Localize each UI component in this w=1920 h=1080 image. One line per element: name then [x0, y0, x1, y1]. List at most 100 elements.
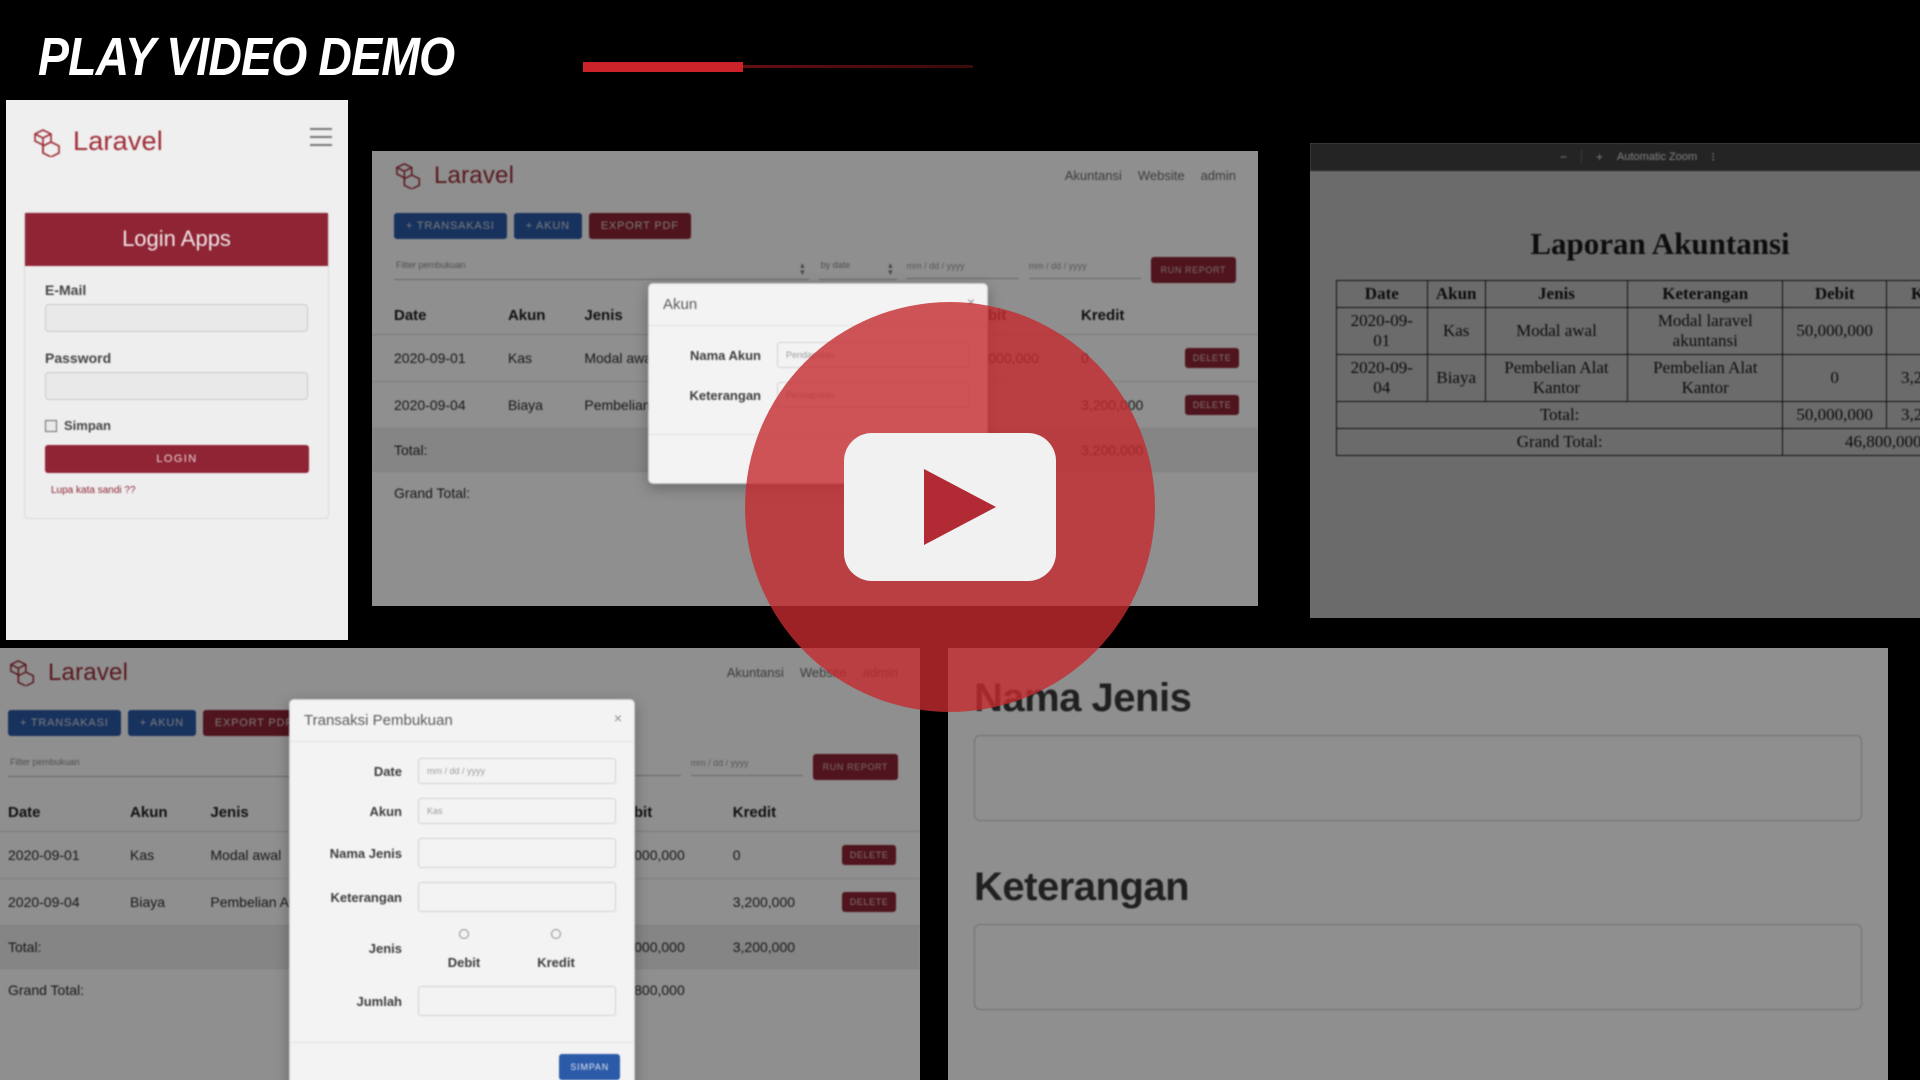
- grand-total-value: 46,800,000: [592, 968, 920, 1011]
- pdf-cell-debit: 0: [1782, 354, 1887, 402]
- forgot-password-link[interactable]: Lupa kata sandi ??: [51, 485, 308, 496]
- jenis-form-panel: Nama Jenis Keterangan: [948, 648, 1888, 1080]
- pdf-cell-jenis: Pembelian Alat Kantor: [1484, 354, 1629, 402]
- delete-button[interactable]: DELETE: [1184, 348, 1240, 368]
- jenis-option-debit[interactable]: Debit: [418, 926, 510, 970]
- transaksi-modal: Transaksi Pembukuan × Date mm / dd / yyy…: [289, 699, 635, 1080]
- akun-label: Akun: [369, 803, 403, 819]
- chevron-updown-icon[interactable]: ⁝: [1711, 150, 1715, 164]
- navbar-links: Akuntansi Website admin: [1065, 168, 1236, 183]
- plus-icon[interactable]: +: [1596, 150, 1603, 164]
- password-field[interactable]: [45, 372, 308, 400]
- pdf-col-keterangan: Keterangan: [1627, 280, 1784, 308]
- pdf-header-row: Date Akun Jenis Keterangan Debit Kredit: [1336, 280, 1920, 308]
- pdf-viewer-panel: − + Automatic Zoom ⁝ Laporan Akuntansi D…: [1310, 143, 1920, 618]
- add-akun-button[interactable]: + AKUN: [513, 213, 582, 239]
- jenis-debit-label: Debit: [447, 955, 481, 970]
- password-label: Password: [45, 350, 112, 366]
- pdf-cell-jenis: Modal awal: [1484, 307, 1629, 355]
- pdf-total-kredit: 3,200,000: [1885, 401, 1920, 429]
- add-transaksi-button[interactable]: + TRANSAKASI: [8, 710, 121, 736]
- remember-checkbox[interactable]: [45, 419, 57, 432]
- cell-akun: Kas: [485, 334, 563, 382]
- cell-date: 2020-09-04: [0, 878, 109, 926]
- cell-akun: Kas: [108, 831, 189, 879]
- pdf-cell-keterangan: Pembelian Alat Kantor: [1627, 354, 1784, 402]
- keterangan-input[interactable]: [974, 924, 1862, 1010]
- pdf-cell-kredit: 0: [1885, 307, 1920, 355]
- date-input[interactable]: mm / dd / yyyy: [418, 758, 616, 784]
- hamburger-icon[interactable]: [310, 128, 332, 146]
- jenis-row: Jenis Debit Kredit: [308, 926, 616, 970]
- delete-button[interactable]: DELETE: [1184, 395, 1240, 415]
- filter-pembukuan-placeholder: Filter pembukuan: [396, 260, 466, 270]
- cell-action: DELETE: [819, 831, 920, 879]
- close-icon[interactable]: ×: [614, 710, 622, 726]
- cell-date: 2020-09-04: [372, 381, 486, 429]
- jenis-option-kredit[interactable]: Kredit: [510, 926, 602, 970]
- play-button[interactable]: [745, 302, 1155, 712]
- report-title: Laporan Akuntansi: [1530, 226, 1790, 261]
- chevron-updown-icon: ▴▾: [800, 260, 805, 277]
- nav-link-akuntansi[interactable]: Akuntansi: [1065, 168, 1122, 183]
- run-report-button[interactable]: RUN REPORT: [1150, 257, 1236, 283]
- progress-bar: [583, 62, 973, 72]
- date-to-input[interactable]: mm / dd / yyyy: [1028, 261, 1141, 279]
- cell-date: 2020-09-01: [0, 831, 109, 879]
- pdf-cell-date: 2020-09-01: [1336, 307, 1428, 355]
- cell-action: DELETE: [1162, 334, 1258, 382]
- add-akun-button[interactable]: + AKUN: [127, 710, 196, 736]
- zoom-level-select[interactable]: Automatic Zoom: [1617, 151, 1697, 163]
- nama-jenis-input[interactable]: [418, 838, 616, 868]
- laravel-brand: Laravel: [394, 161, 514, 191]
- login-button[interactable]: LOGIN: [45, 445, 309, 473]
- col-date: Date: [372, 301, 486, 335]
- nav-link-admin[interactable]: admin: [1201, 168, 1236, 183]
- sort-by-select[interactable]: by date ▴▾: [818, 260, 897, 280]
- filter-pembukuan-select[interactable]: Filter pembukuan ▴▾: [394, 260, 809, 280]
- akun-select[interactable]: Kas: [418, 798, 616, 824]
- export-pdf-button[interactable]: EXPORT PDF: [588, 213, 691, 239]
- dashboard-panel-transaksi: Laravel Akuntansi Website admin + TRANSA…: [0, 648, 920, 1080]
- pdf-col-debit: Debit: [1782, 280, 1887, 308]
- col-date: Date: [0, 798, 109, 832]
- nama-jenis-row: Nama Jenis: [308, 838, 616, 868]
- page-title: PLAY VIDEO DEMO: [38, 27, 455, 87]
- radio-debit[interactable]: [459, 929, 469, 939]
- email-field[interactable]: [45, 304, 308, 332]
- delete-button[interactable]: DELETE: [841, 892, 897, 912]
- nama-jenis-input[interactable]: [974, 735, 1862, 821]
- minus-icon[interactable]: −: [1560, 150, 1567, 164]
- keterangan-input[interactable]: [418, 882, 616, 912]
- transaksi-modal-header: Transaksi Pembukuan ×: [290, 700, 634, 742]
- login-card: Login Apps E-Mail Password Simpan LOGIN …: [24, 212, 329, 519]
- run-report-button[interactable]: RUN REPORT: [812, 754, 898, 780]
- pdf-cell-kredit: 3,200,000: [1885, 354, 1920, 402]
- pdf-cell-akun: Biaya: [1426, 354, 1486, 402]
- delete-button[interactable]: DELETE: [841, 845, 897, 865]
- jenis-label: Jenis: [368, 940, 402, 956]
- pdf-col-akun: Akun: [1426, 280, 1486, 308]
- toolbar-divider: [1581, 150, 1583, 164]
- transaksi-save-button[interactable]: SIMPAN: [559, 1054, 620, 1080]
- nav-link-website[interactable]: Website: [1138, 168, 1185, 183]
- filter-pembukuan-placeholder: Filter pembukuan: [10, 757, 80, 767]
- laravel-brand-label: Laravel: [48, 659, 129, 686]
- radio-kredit[interactable]: [551, 929, 561, 939]
- pdf-report-table: Date Akun Jenis Keterangan Debit Kredit …: [1335, 280, 1920, 456]
- remember-row[interactable]: Simpan: [45, 418, 308, 433]
- jenis-kredit-label: Kredit: [537, 955, 575, 970]
- date-from-input[interactable]: mm / dd / yyyy: [906, 261, 1019, 279]
- dashboard-navbar: Laravel Akuntansi Website admin: [372, 151, 1258, 203]
- add-transaksi-button[interactable]: + TRANSAKASI: [394, 213, 507, 239]
- akun-modal-title: Akun: [663, 296, 698, 313]
- pdf-col-kredit: Kredit: [1885, 280, 1920, 308]
- laravel-brand-label: Laravel: [434, 162, 515, 189]
- laravel-logo-icon: [8, 658, 40, 688]
- akun-row: Akun Kas: [308, 798, 616, 824]
- date-to-input[interactable]: mm / dd / yyyy: [690, 758, 803, 776]
- pdf-cell-debit: 50,000,000: [1782, 307, 1887, 355]
- jumlah-input[interactable]: [418, 986, 616, 1016]
- date-row: Date mm / dd / yyyy: [308, 758, 616, 784]
- cell-kredit: 0: [710, 831, 820, 879]
